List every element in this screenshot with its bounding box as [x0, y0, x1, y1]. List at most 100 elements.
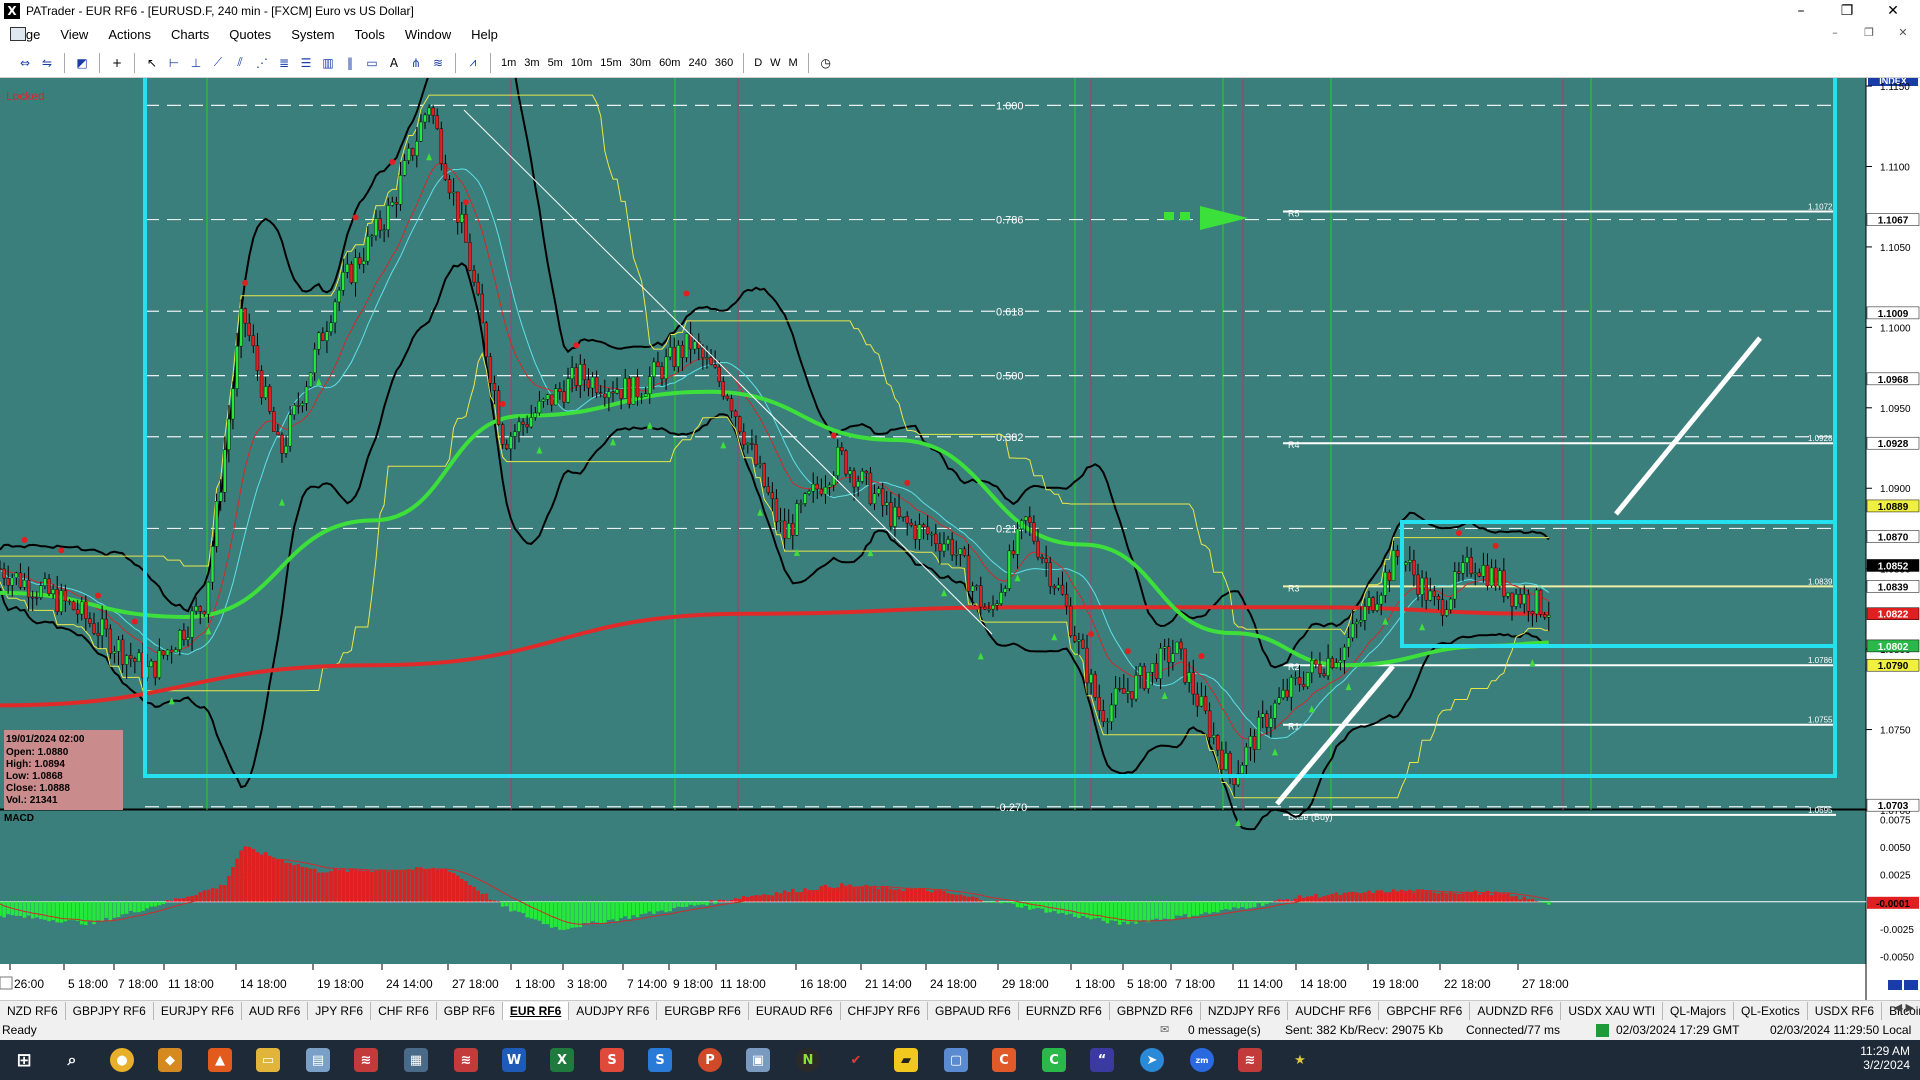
restore-button[interactable]: ❐: [1824, 0, 1870, 22]
period-monthly[interactable]: M: [789, 57, 798, 69]
vertical-line-icon[interactable]: ⊥: [187, 54, 205, 72]
menu-help[interactable]: Help: [461, 22, 508, 48]
patrader-second-icon[interactable]: ≋: [1238, 1048, 1262, 1072]
symbol-tab[interactable]: EURJPY RF6: [154, 1001, 242, 1020]
patrader-window-icon[interactable]: ≋: [454, 1048, 478, 1072]
timeframe-3m[interactable]: 3m: [524, 57, 539, 69]
symbol-tab[interactable]: AUDCHF RF6: [1288, 1001, 1380, 1020]
fibonacci-icon[interactable]: ≣: [275, 54, 293, 72]
period-weekly[interactable]: W: [770, 57, 780, 69]
word-icon[interactable]: W: [502, 1048, 526, 1072]
gann-icon[interactable]: ▥: [319, 54, 337, 72]
text-tool-icon[interactable]: A: [385, 54, 403, 72]
favorites-icon[interactable]: ★: [1288, 1048, 1312, 1072]
symbol-tab[interactable]: QL-Exotics: [1734, 1001, 1808, 1020]
menu-window[interactable]: Window: [395, 22, 461, 48]
timeframe-1m[interactable]: 1m: [501, 57, 516, 69]
timeframe-60m[interactable]: 60m: [659, 57, 680, 69]
symbol-tab[interactable]: GBPCHF RF6: [1379, 1001, 1471, 1020]
symbol-tab[interactable]: NZD RF6: [0, 1001, 66, 1020]
symbol-tab[interactable]: GBP RF6: [437, 1001, 503, 1020]
horizontal-line-icon[interactable]: ⊢: [165, 54, 183, 72]
symbol-tab[interactable]: GBPAUD RF6: [928, 1001, 1019, 1020]
mdi-restore-button[interactable]: ❐: [1860, 26, 1878, 39]
symbol-tab[interactable]: USDX XAU WTI: [1561, 1001, 1664, 1020]
fib-extension-icon[interactable]: ☰: [297, 54, 315, 72]
period-daily[interactable]: D: [754, 57, 762, 69]
system-clock[interactable]: 11:29 AM 3/2/2024: [1830, 1044, 1910, 1072]
indicator-icon[interactable]: ⩘: [464, 54, 482, 72]
timeframe-10m[interactable]: 10m: [571, 57, 592, 69]
crosshair-icon[interactable]: +: [108, 54, 126, 72]
brave-icon[interactable]: ▲: [208, 1048, 232, 1072]
menu-quotes[interactable]: Quotes: [219, 22, 281, 48]
minimize-button[interactable]: –: [1778, 0, 1824, 22]
calculator-icon[interactable]: ▦: [404, 1048, 428, 1072]
app-window-icon[interactable]: ▢: [944, 1048, 968, 1072]
scroll-right-icon[interactable]: ⇋: [38, 54, 56, 72]
screenshot-icon[interactable]: ▣: [746, 1048, 770, 1072]
timeframe-15m[interactable]: 15m: [600, 57, 621, 69]
search-icon[interactable]: ⌕: [60, 1048, 84, 1072]
app-quote-icon[interactable]: “: [1090, 1048, 1114, 1072]
notepad-icon[interactable]: ▤: [306, 1048, 330, 1072]
menu-actions[interactable]: Actions: [98, 22, 161, 48]
symbol-tab[interactable]: AUDJPY RF6: [569, 1001, 658, 1020]
powerpoint-icon[interactable]: P: [698, 1048, 722, 1072]
menu-system[interactable]: System: [281, 22, 344, 48]
symbol-tab[interactable]: JPY RF6: [308, 1001, 372, 1020]
menu-tools[interactable]: Tools: [345, 22, 395, 48]
timeframe-30m[interactable]: 30m: [630, 57, 651, 69]
windows-start-icon[interactable]: ⊞: [12, 1048, 36, 1072]
menu-view[interactable]: View: [50, 22, 98, 48]
mdi-minimize-button[interactable]: –: [1826, 26, 1844, 39]
symbol-tab[interactable]: EUR RF6: [502, 1001, 570, 1020]
symbol-tab[interactable]: EURAUD RF6: [749, 1001, 841, 1020]
channel-icon[interactable]: ⫽: [231, 54, 249, 72]
timeframe-240[interactable]: 240: [688, 57, 706, 69]
excel-icon[interactable]: X: [550, 1048, 574, 1072]
timeframe-5m[interactable]: 5m: [548, 57, 563, 69]
clock-icon[interactable]: ◷: [817, 54, 835, 72]
cycle-icon[interactable]: ‖: [341, 54, 359, 72]
mail-icon[interactable]: ✉: [1160, 1023, 1169, 1036]
sticky-notes-icon[interactable]: ▰: [894, 1048, 918, 1072]
symbol-tab[interactable]: GBPJPY RF6: [66, 1001, 154, 1020]
symbol-tab[interactable]: AUDNZD RF6: [1470, 1001, 1562, 1020]
app-s-blue-icon[interactable]: S: [648, 1048, 672, 1072]
app-c-green-icon[interactable]: C: [1042, 1048, 1066, 1072]
price-chart[interactable]: 1.000 0.786 0.618 0.500 0.382 0.214 -0.270 R5 1…: [0, 78, 1920, 1000]
app-check-icon[interactable]: ✔: [844, 1048, 868, 1072]
symbol-tab[interactable]: QL-Majors: [1663, 1001, 1735, 1020]
pitchfork-icon[interactable]: ⋔: [407, 54, 425, 72]
telegram-icon[interactable]: ➤: [1140, 1048, 1164, 1072]
rectangle-icon[interactable]: ▭: [363, 54, 381, 72]
chrome-icon[interactable]: ●: [110, 1048, 134, 1072]
symbol-tab[interactable]: EURNZD RF6: [1019, 1001, 1110, 1020]
chart-type-icon[interactable]: ◩: [73, 54, 91, 72]
symbol-tab[interactable]: CHF RF6: [371, 1001, 437, 1020]
menu-charts[interactable]: Charts: [161, 22, 219, 48]
symbol-scroll-arrows[interactable]: ◀ ▶: [1894, 1001, 1914, 1014]
close-button[interactable]: ✕: [1870, 0, 1916, 22]
symbol-tab[interactable]: AUD RF6: [242, 1001, 309, 1020]
scroll-left-icon[interactable]: ⇔: [16, 54, 34, 72]
symbol-tab[interactable]: EURGBP RF6: [657, 1001, 749, 1020]
app-n-icon[interactable]: N: [796, 1048, 820, 1072]
patrader-icon[interactable]: ≋: [354, 1048, 378, 1072]
pointer-icon[interactable]: ↖: [143, 54, 161, 72]
app-s-red-icon[interactable]: S: [600, 1048, 624, 1072]
mdi-close-button[interactable]: ✕: [1894, 26, 1912, 39]
symbol-tab[interactable]: USDX RF6: [1808, 1001, 1883, 1020]
app-c-orange-icon[interactable]: C: [992, 1048, 1016, 1072]
symbol-tab[interactable]: GBPNZD RF6: [1110, 1001, 1201, 1020]
timeframe-360[interactable]: 360: [715, 57, 733, 69]
speed-lines-icon[interactable]: ≋: [429, 54, 447, 72]
zoom-icon[interactable]: zm: [1190, 1048, 1214, 1072]
chart-area[interactable]: 1.000 0.786 0.618 0.500 0.382 0.214 -0.270 R5 1…: [0, 78, 1920, 1000]
symbol-tab[interactable]: NZDJPY RF6: [1201, 1001, 1289, 1020]
trendline-icon[interactable]: ⟋: [209, 54, 227, 72]
app-icon-orange[interactable]: ◆: [158, 1048, 182, 1072]
file-explorer-icon[interactable]: ▭: [256, 1048, 280, 1072]
symbol-tab[interactable]: CHFJPY RF6: [841, 1001, 929, 1020]
